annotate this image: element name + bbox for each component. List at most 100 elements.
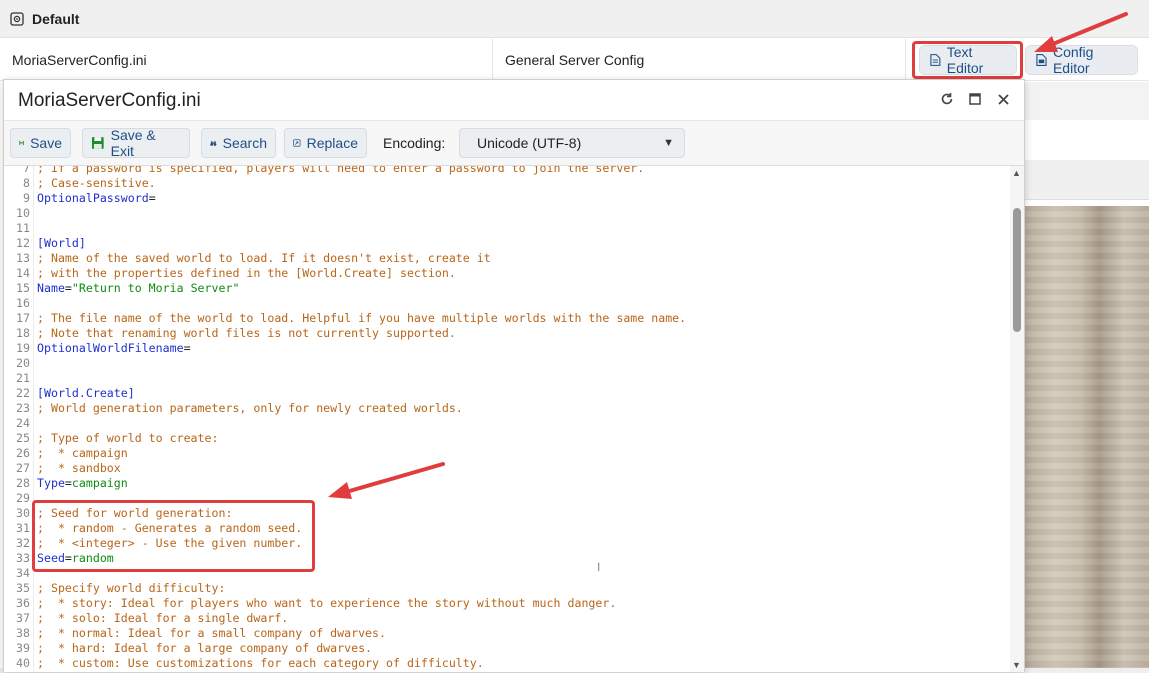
code-line[interactable]: 39 ; * hard: Ideal for a large company of… xyxy=(4,641,1009,656)
line-number: 33 xyxy=(16,551,30,565)
line-number: 21 xyxy=(16,371,30,385)
line-number: 25 xyxy=(16,431,30,445)
line-number: 40 xyxy=(16,656,30,670)
replace-button[interactable]: Replace xyxy=(284,128,367,158)
line-number: 10 xyxy=(16,206,30,220)
maximize-icon[interactable] xyxy=(968,92,982,106)
column-divider xyxy=(492,39,493,81)
scroll-up-icon[interactable]: ▲ xyxy=(1012,168,1021,178)
code-lines: 7 ; If a password is specified, players w… xyxy=(4,166,1009,671)
token-val: campaign xyxy=(71,476,128,490)
text-cursor-icon: I xyxy=(597,560,601,574)
code-line[interactable]: 7 ; If a password is specified, players w… xyxy=(4,166,1009,176)
code-line[interactable]: 13 ; Name of the saved world to load. If … xyxy=(4,251,1009,266)
line-code: ; * campaign xyxy=(37,446,128,461)
code-line[interactable]: 17 ; The file name of the world to load. … xyxy=(4,311,1009,326)
code-editor[interactable]: 7 ; If a password is specified, players w… xyxy=(4,166,1024,672)
line-number: 37 xyxy=(16,611,30,625)
save-exit-label: Save & Exit xyxy=(110,127,156,159)
line-number: 17 xyxy=(16,311,30,325)
code-line[interactable]: 9 OptionalPassword= xyxy=(4,191,1009,206)
line-number: 12 xyxy=(16,236,30,250)
token-comment: ; * story: Ideal for players who want to… xyxy=(37,596,617,610)
code-line[interactable]: 35 ; Specify world difficulty: xyxy=(4,581,1009,596)
save-button[interactable]: Save xyxy=(10,128,71,158)
code-line[interactable]: 12 [World] xyxy=(4,236,1009,251)
replace-icon xyxy=(293,139,301,147)
line-number: 32 xyxy=(16,536,30,550)
code-line[interactable]: 38 ; * normal: Ideal for a small company … xyxy=(4,626,1009,641)
default-section-header: Default xyxy=(0,0,1149,38)
code-line[interactable]: 26 ; * campaign xyxy=(4,446,1009,461)
scroll-down-icon[interactable]: ▼ xyxy=(1012,660,1021,670)
code-line[interactable]: 21 xyxy=(4,371,1009,386)
background-row xyxy=(1024,160,1149,200)
code-line[interactable]: 24 xyxy=(4,416,1009,431)
line-number: 38 xyxy=(16,626,30,640)
code-line[interactable]: 36 ; * story: Ideal for players who want … xyxy=(4,596,1009,611)
replace-label: Replace xyxy=(306,135,358,151)
line-number: 36 xyxy=(16,596,30,610)
line-number: 9 xyxy=(23,191,30,205)
code-line[interactable]: 16 xyxy=(4,296,1009,311)
code-line[interactable]: 37 ; * solo: Ideal for a single dwarf. xyxy=(4,611,1009,626)
token-comment: ; Type of world to create: xyxy=(37,431,219,445)
line-number: 28 xyxy=(16,476,30,490)
line-number: 39 xyxy=(16,641,30,655)
line-code: [World] xyxy=(37,236,86,251)
config-filename: MoriaServerConfig.ini xyxy=(12,52,147,68)
code-line[interactable]: 22 [World.Create] xyxy=(4,386,1009,401)
token-eq: = xyxy=(64,281,72,295)
window-title: MoriaServerConfig.ini xyxy=(18,90,201,111)
token-comment: ; * custom: Use customizations for each … xyxy=(37,656,484,670)
background-row xyxy=(1024,82,1149,120)
refresh-icon[interactable] xyxy=(940,92,954,106)
close-icon[interactable] xyxy=(996,92,1010,106)
editor-toolbar: Save Save & Exit Search Replace Encoding… xyxy=(4,120,1024,166)
scrollbar-thumb[interactable] xyxy=(1013,208,1021,332)
config-editor-button[interactable]: Config Editor xyxy=(1025,44,1138,76)
vertical-scrollbar[interactable]: ▲ ▼ xyxy=(1010,166,1024,672)
encoding-value: Unicode (UTF-8) xyxy=(477,135,582,151)
line-code: OptionalWorldFilename= xyxy=(37,341,191,356)
line-code: ; * hard: Ideal for a large company of d… xyxy=(37,641,372,656)
line-code: ; * solo: Ideal for a single dwarf. xyxy=(37,611,288,626)
code-line[interactable]: 27 ; * sandbox xyxy=(4,461,1009,476)
line-number: 29 xyxy=(16,491,30,505)
token-comment: ; * normal: Ideal for a small company of… xyxy=(37,626,387,640)
code-line[interactable]: 20 xyxy=(4,356,1009,371)
line-code: ; The file name of the world to load. He… xyxy=(37,311,686,326)
line-number: 15 xyxy=(16,281,30,295)
code-line[interactable]: 18 ; Note that renaming world files is no… xyxy=(4,326,1009,341)
code-line[interactable]: 23 ; World generation parameters, only fo… xyxy=(4,401,1009,416)
code-line[interactable]: 10 xyxy=(4,206,1009,221)
line-code: ; * story: Ideal for players who want to… xyxy=(37,596,616,611)
code-line[interactable]: 28 Type=campaign xyxy=(4,476,1009,491)
search-button[interactable]: Search xyxy=(201,128,276,158)
code-line[interactable]: 11 xyxy=(4,221,1009,236)
code-line[interactable]: 15 Name="Return to Moria Server" xyxy=(4,281,1009,296)
column-divider xyxy=(905,39,906,81)
save-and-exit-button[interactable]: Save & Exit xyxy=(82,127,190,159)
line-number: 24 xyxy=(16,416,30,430)
line-number: 8 xyxy=(23,176,30,190)
token-key: Name xyxy=(37,281,65,295)
code-line[interactable]: 25 ; Type of world to create: xyxy=(4,431,1009,446)
token-comment: ; Name of the saved world to load. If it… xyxy=(37,251,491,265)
token-comment: ; * campaign xyxy=(37,446,128,460)
encoding-select[interactable]: Unicode (UTF-8) ▼ xyxy=(459,128,685,158)
code-line[interactable]: 8 ; Case-sensitive. xyxy=(4,176,1009,191)
code-line[interactable]: 14 ; with the properties defined in the [… xyxy=(4,266,1009,281)
line-code: ; * normal: Ideal for a small company of… xyxy=(37,626,386,641)
line-number: 19 xyxy=(16,341,30,355)
highlight-box-seed-section xyxy=(32,500,315,572)
code-line[interactable]: 19 OptionalWorldFilename= xyxy=(4,341,1009,356)
token-eq: = xyxy=(64,476,72,490)
line-number: 16 xyxy=(16,296,30,310)
background-image xyxy=(1024,206,1149,673)
code-line[interactable]: 40 ; * custom: Use customizations for eac… xyxy=(4,656,1009,671)
line-code: Name="Return to Moria Server" xyxy=(37,281,239,296)
token-eq: = xyxy=(148,191,156,205)
text-editor-window: MoriaServerConfig.ini Save Save & Exit S… xyxy=(3,79,1025,672)
config-document-icon xyxy=(1036,53,1047,67)
